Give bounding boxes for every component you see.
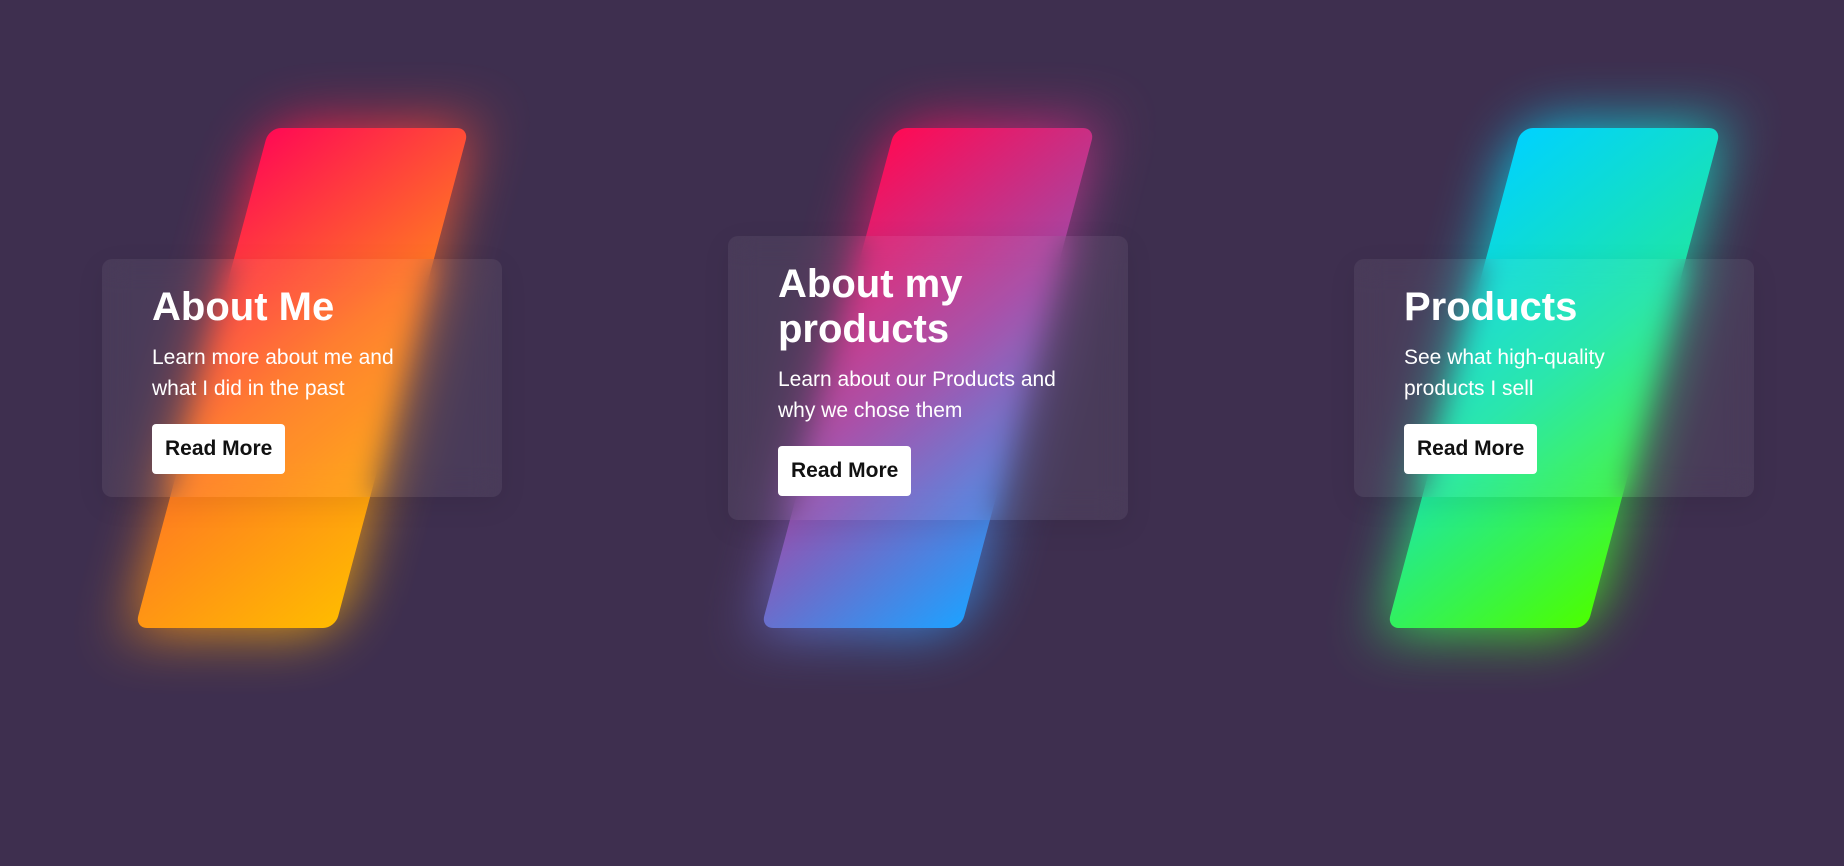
card-description: Learn more about me and what I did in th… xyxy=(152,346,394,400)
card-products: Products See what high-quality products … xyxy=(1354,128,1754,628)
read-more-button[interactable]: Read More xyxy=(152,424,286,474)
card-panel: About Me Learn more about me and what I … xyxy=(102,259,502,497)
card-panel: About my products Learn about our Produc… xyxy=(728,236,1128,520)
card-title: About Me xyxy=(152,285,335,329)
read-more-button[interactable]: Read More xyxy=(1404,424,1538,474)
card-description: Learn about our Products and why we chos… xyxy=(778,368,1056,422)
card-about-me: About Me Learn more about me and what I … xyxy=(102,128,502,628)
card-panel: Products See what high-quality products … xyxy=(1354,259,1754,497)
card-title: Products xyxy=(1404,285,1578,329)
card-title: About my products xyxy=(778,262,963,351)
cards-stage: About Me Learn more about me and what I … xyxy=(0,0,1844,866)
card-about-products: About my products Learn about our Produc… xyxy=(728,128,1128,628)
read-more-button[interactable]: Read More xyxy=(778,446,912,496)
card-description: See what high-quality products I sell xyxy=(1404,346,1605,400)
